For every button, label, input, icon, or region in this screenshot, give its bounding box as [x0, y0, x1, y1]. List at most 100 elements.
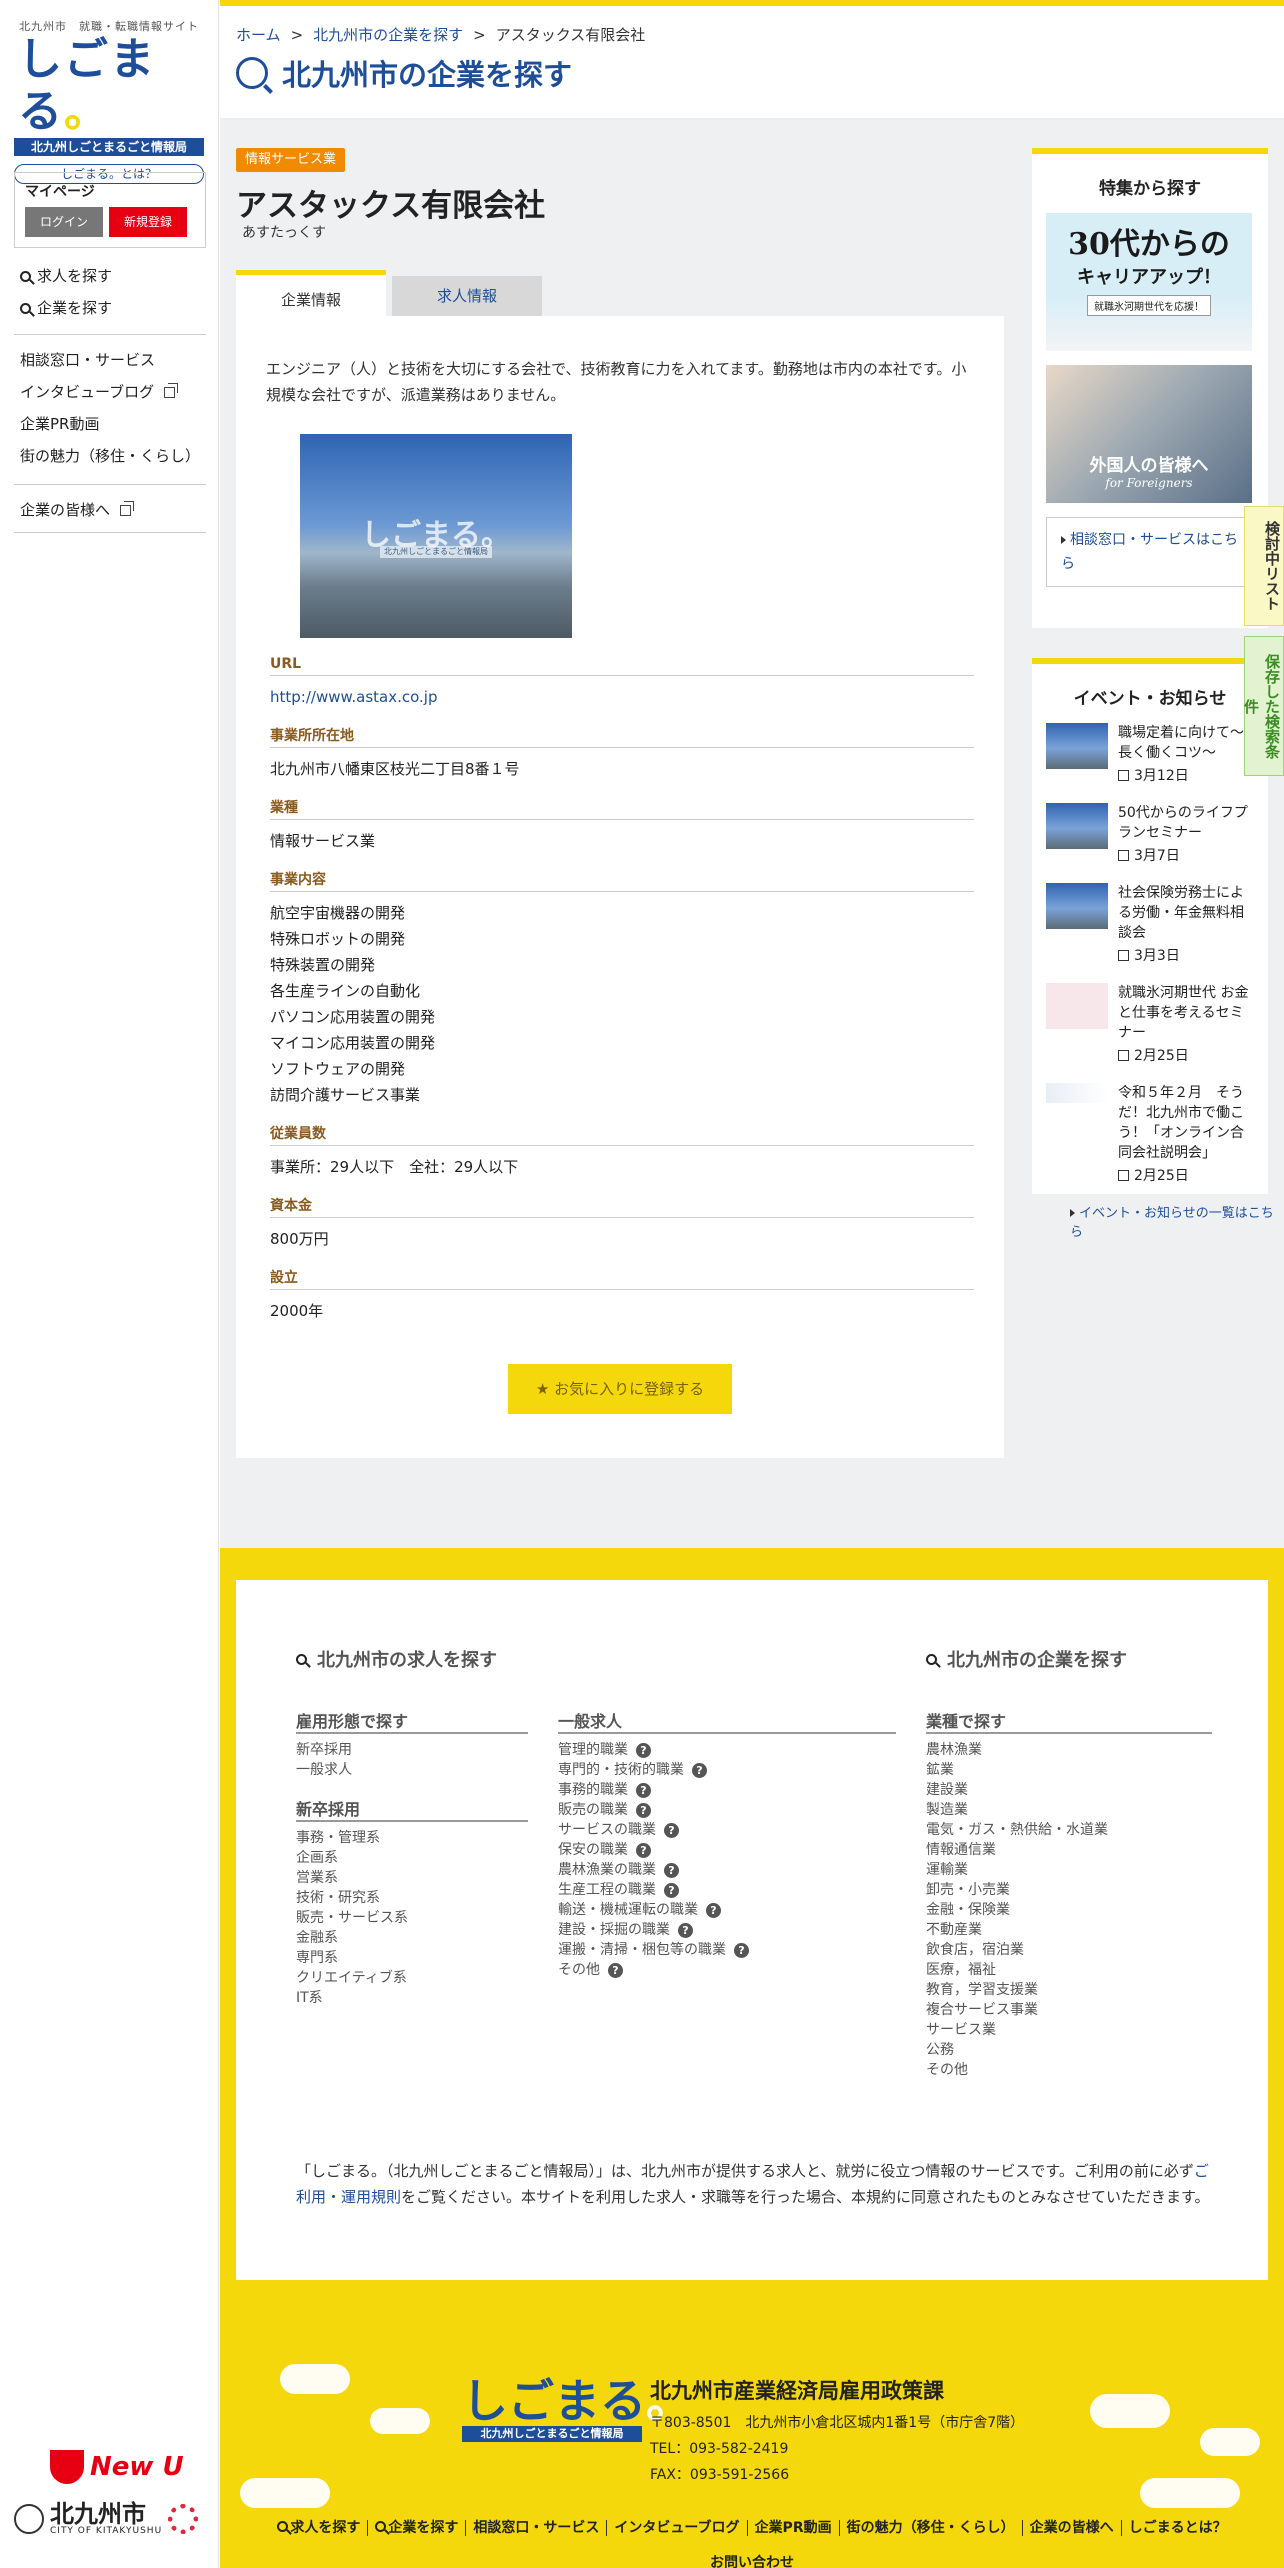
footer-nav-companies[interactable]: 企業を探す	[368, 2520, 467, 2536]
footer-link[interactable]: サービス業	[926, 2020, 1108, 2040]
footer-link[interactable]: 一般求人	[296, 1760, 352, 1780]
footer-nav-about[interactable]: しごまるとは？	[1122, 2520, 1234, 2536]
business-list: 航空宇宙機器の開発 特殊ロボットの開発 特殊装置の開発 各生産ラインの自動化 パ…	[270, 900, 974, 1108]
help-icon[interactable]: ?	[608, 1963, 623, 1978]
footer-nav-contact[interactable]: お問い合わせ	[710, 2552, 794, 2568]
calendar-icon	[1118, 850, 1129, 861]
help-icon[interactable]: ?	[636, 1743, 651, 1758]
new-grad-heading: 新卒採用	[296, 1796, 528, 1822]
tab-company-info[interactable]: 企業情報	[236, 270, 386, 316]
footer-link[interactable]: 農林漁業	[926, 1740, 1108, 1760]
login-button[interactable]: ログイン	[25, 207, 103, 237]
help-icon[interactable]: ?	[664, 1863, 679, 1878]
events-more-link[interactable]: イベント・お知らせの一覧はこちら	[1070, 1202, 1284, 1240]
footer-link[interactable]: 飲食店，宿泊業	[926, 1940, 1108, 1960]
event-item[interactable]: 令和５年２月 そうだ！北九州市で働こう！「オンライン合同会社説明会」 2月25日	[1046, 1083, 1254, 1185]
event-item[interactable]: 社会保険労務士による労働・年金無料相談会 3月3日	[1046, 883, 1254, 965]
add-favorite-button[interactable]: ★ お気に入りに登録する	[508, 1364, 732, 1414]
breadcrumb-search[interactable]: 北九州市の企業を探す	[313, 26, 463, 44]
site-tagline: 北九州市 就職・転職情報サイト	[19, 20, 199, 33]
event-item[interactable]: 職場定着に向けて〜長く働くコツ〜 3月12日	[1046, 723, 1254, 785]
footer-link[interactable]: 運搬・清掃・梱包等の職業?	[558, 1940, 749, 1960]
sidebar-item-consult[interactable]: 相談窓口・サービス	[20, 344, 205, 376]
footer-link[interactable]: 販売・サービス系	[296, 1908, 408, 1928]
sidebar-item-jobs[interactable]: 求人を探す	[20, 260, 205, 292]
footer-link[interactable]: 運輸業	[926, 1860, 1108, 1880]
sidebar-item-blog[interactable]: インタビューブログ	[20, 376, 205, 408]
logo-band: 北九州しごとまるごと情報局	[14, 138, 204, 156]
footer-link[interactable]: 専門的・技術的職業?	[558, 1760, 749, 1780]
footer-link[interactable]: 保安の職業?	[558, 1840, 749, 1860]
event-item[interactable]: 50代からのライフプランセミナー 3月7日	[1046, 803, 1254, 865]
breadcrumb-home[interactable]: ホーム	[236, 26, 281, 44]
footer-link[interactable]: その他?	[558, 1960, 749, 1980]
footer-link[interactable]: 専門系	[296, 1948, 408, 1968]
footer-link[interactable]: 建設・採掘の職業?	[558, 1920, 749, 1940]
city-sub: CITY OF KITAKYUSHU	[50, 2526, 163, 2536]
footer-link[interactable]: 輸送・機械運転の職業?	[558, 1900, 749, 1920]
footer-link[interactable]: 公務	[926, 2040, 1108, 2060]
footer-link[interactable]: 製造業	[926, 1800, 1108, 1820]
review-list-tab[interactable]: 検討中リスト	[1244, 506, 1284, 626]
footer-link[interactable]: 金融系	[296, 1928, 408, 1948]
footer-link[interactable]: 営業系	[296, 1868, 408, 1888]
footer-link[interactable]: 事務的職業?	[558, 1780, 749, 1800]
footer-link[interactable]: 生産工程の職業?	[558, 1880, 749, 1900]
banner-career-up[interactable]: 30代からの キャリアアップ！ 就職氷河期世代を応援！	[1046, 213, 1252, 351]
footer-link[interactable]: サービスの職業?	[558, 1820, 749, 1840]
footer-nav-consult[interactable]: 相談窓口・サービス	[466, 2520, 608, 2536]
help-icon[interactable]: ?	[734, 1943, 749, 1958]
field-business: 事業内容 航空宇宙機器の開発 特殊ロボットの開発 特殊装置の開発 各生産ラインの…	[270, 868, 974, 1108]
site-logo[interactable]: 北九州市 就職・転職情報サイト しごまる。 北九州しごとまるごと情報局 しごまる…	[14, 18, 204, 184]
terms-note: 「しごまる。（北九州しごとまるごと情報局）」は、北九州市が提供する求人と、就労に…	[296, 2162, 1210, 2206]
footer-link[interactable]: IT系	[296, 1988, 408, 2008]
sidebar-item-corporate[interactable]: 企業の皆様へ	[20, 494, 205, 526]
footer-link[interactable]: 技術・研究系	[296, 1888, 408, 1908]
sidebar-item-city-appeal[interactable]: 街の魅力（移住・くらし）	[20, 440, 205, 472]
saved-search-tab[interactable]: 保存した検索条件	[1242, 636, 1284, 776]
footer-link[interactable]: 新卒採用	[296, 1740, 352, 1760]
footer-nav-blog[interactable]: インタビューブログ	[607, 2520, 748, 2536]
footer-link[interactable]: 鉱業	[926, 1760, 1108, 1780]
sidebar-item-pr-video[interactable]: 企業PR動画	[20, 408, 205, 440]
banner-foreigners[interactable]: 外国人の皆様へ for Foreigners	[1046, 365, 1252, 503]
footer-link[interactable]: その他	[926, 2060, 1108, 2080]
help-icon[interactable]: ?	[636, 1843, 651, 1858]
footer-link[interactable]: 農林漁業の職業?	[558, 1860, 749, 1880]
event-item[interactable]: 就職氷河期世代 お金と仕事を考えるセミナー 2月25日	[1046, 983, 1254, 1065]
footer-nav-pr-video[interactable]: 企業PR動画	[748, 2520, 840, 2536]
footer-link[interactable]: 不動産業	[926, 1920, 1108, 1940]
footer-nav-corporate[interactable]: 企業の皆様へ	[1023, 2520, 1122, 2536]
newu-logo[interactable]: New U	[50, 2450, 204, 2484]
org-tel: TEL：093-582-2419	[650, 2441, 789, 2457]
register-button[interactable]: 新規登録	[109, 207, 187, 237]
help-icon[interactable]: ?	[706, 1903, 721, 1918]
footer-link[interactable]: 企画系	[296, 1848, 408, 1868]
footer-link[interactable]: 管理的職業?	[558, 1740, 749, 1760]
footer-link[interactable]: 事務・管理系	[296, 1828, 408, 1848]
help-icon[interactable]: ?	[636, 1783, 651, 1798]
help-icon[interactable]: ?	[664, 1823, 679, 1838]
footer-link[interactable]: 金融・保険業	[926, 1900, 1108, 1920]
footer-link[interactable]: 電気・ガス・熱供給・水道業	[926, 1820, 1108, 1840]
footer-link[interactable]: 複合サービス事業	[926, 2000, 1108, 2020]
footer-nav-city-appeal[interactable]: 街の魅力（移住・くらし）	[840, 2520, 1023, 2536]
sidebar-item-companies[interactable]: 企業を探す	[20, 292, 205, 324]
help-icon[interactable]: ?	[664, 1883, 679, 1898]
footer-nav-jobs[interactable]: 求人を探す	[270, 2520, 369, 2536]
footer-link[interactable]: 建設業	[926, 1780, 1108, 1800]
footer-link[interactable]: クリエイティブ系	[296, 1968, 408, 1988]
footer-link[interactable]: 情報通信業	[926, 1840, 1108, 1860]
help-icon[interactable]: ?	[636, 1803, 651, 1818]
footer-link[interactable]: 販売の職業?	[558, 1800, 749, 1820]
footer-link[interactable]: 医療，福祉	[926, 1960, 1108, 1980]
tab-job-info[interactable]: 求人情報	[392, 276, 542, 316]
help-icon[interactable]: ?	[678, 1923, 693, 1938]
city-logo[interactable]: 北九州市 CITY OF KITAKYUSHU	[14, 2502, 204, 2536]
calendar-icon	[1118, 1170, 1129, 1181]
help-icon[interactable]: ?	[692, 1763, 707, 1778]
consult-link[interactable]: 相談窓口・サービスはこちら	[1046, 517, 1254, 587]
footer-link[interactable]: 卸売・小売業	[926, 1880, 1108, 1900]
company-url-link[interactable]: http://www.astax.co.jp	[270, 684, 974, 710]
footer-link[interactable]: 教育，学習支援業	[926, 1980, 1108, 2000]
